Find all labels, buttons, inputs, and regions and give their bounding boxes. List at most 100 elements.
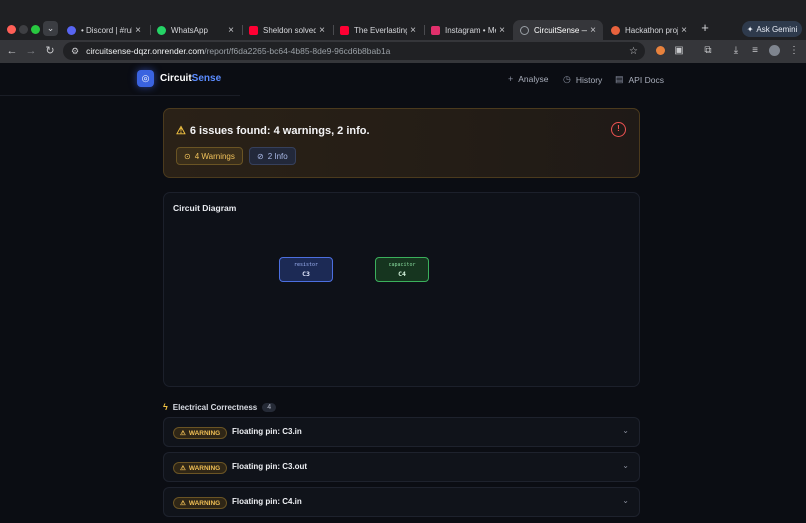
tab-title: WhatsApp [171,25,208,35]
discord-favicon-icon [67,25,76,35]
tab-close-icon[interactable]: × [316,25,328,36]
warning-triangle-icon: ⚠ [176,125,186,137]
nav-history[interactable]: ◷ History [563,74,602,85]
tab-hackathon[interactable]: Hackathon proje × [604,20,694,40]
plus-icon: + [701,20,709,35]
diagram-node-resistor[interactable]: resistor C3 [279,257,333,282]
whatsapp-favicon-icon [157,25,166,35]
url-path: /report/f6da2265-bc64-4b85-8de9-96cd6b8b… [204,46,391,56]
issues-summary-card: ⚠ 6 issues found: 4 warnings, 2 info. ! … [163,108,640,178]
section-count-badge: 4 [262,402,277,412]
globe-favicon-icon [520,25,529,35]
warning-badge: ⚠ WARNING [173,427,228,439]
tab-discord[interactable]: • Discord | #rules × [60,20,148,40]
diagram-node-capacitor[interactable]: capacitor C4 [375,257,429,282]
youtube-favicon-icon [249,25,258,35]
new-tab-button[interactable]: + [698,21,712,35]
history-icon: ◷ [563,74,571,84]
issue-row[interactable]: ⚠ WARNING Floating pin: C4.in ⌄ [163,487,640,517]
tab-close-icon[interactable]: × [678,25,690,36]
tab-instagram[interactable]: Instagram • Mess × [424,20,512,40]
chevron-down-icon[interactable]: ⌄ [622,426,629,435]
circuit-diagram-card: Circuit Diagram resistor C3 capacitor C4 [163,192,640,387]
tab-close-icon[interactable]: × [225,25,237,36]
alert-circle-icon: ! [611,122,626,137]
issue-row[interactable]: ⚠ WARNING Floating pin: C3.in ⌄ [163,417,640,447]
section-title: Electrical Correctness [172,402,258,412]
gemini-sparkle-icon: ✦ [746,24,754,34]
warning-circle-icon: ⊙ [184,151,191,161]
circuit-diagram-title: Circuit Diagram [173,203,237,213]
header-divider [0,95,240,96]
issue-row[interactable]: ⚠ WARNING Floating pin: C3.out ⌄ [163,452,640,482]
info-label: 2 Info [267,151,288,161]
issue-text: Floating pin: C4.in [232,497,302,506]
warnings-filter-pill[interactable]: ⊙ 4 Warnings [176,147,243,165]
tab-close-icon[interactable]: × [132,25,144,36]
youtube-favicon-icon [340,25,349,35]
warning-triangle-icon: ⚠ [180,465,186,472]
component-name: C4 [398,270,406,278]
tab-title: Sheldon solved [263,25,316,35]
chevron-down-icon[interactable]: ⌄ [622,496,629,505]
brand-part-sense: Sense [191,73,222,84]
download-icon[interactable]: ⤓ [730,45,742,57]
bookmark-star-icon[interactable]: ☆ [629,46,638,57]
window-maximize-button[interactable] [31,25,40,34]
tab-circuitsense[interactable]: CircuitSense — A × [513,20,603,40]
tab-close-icon[interactable]: × [587,25,599,36]
reload-button[interactable]: ↻ [43,44,57,58]
ask-gemini-button[interactable]: ✦ Ask Gemini [742,21,802,37]
site-info-icon[interactable]: ⚙ [71,46,79,57]
component-name: C3 [302,270,310,278]
info-filter-pill[interactable]: ⊘ 2 Info [249,147,296,165]
window-close-button[interactable] [7,25,16,34]
tab-whatsapp[interactable]: WhatsApp × [150,20,241,40]
app-header: ◎ CircuitSense + Analyse ◷ History ▤ API… [0,63,806,95]
badge-label: WARNING [188,429,221,437]
chevron-down-icon[interactable]: ⌄ [622,461,629,470]
address-bar[interactable]: ⚙ circuitsense-dqzr.onrender.com /report… [63,42,645,60]
arrow-right-icon: → [25,45,37,57]
tab-close-icon[interactable]: × [407,25,419,36]
brand-part-circuit: Circuit [160,73,192,84]
browser-tab-strip: ⌄ • Discord | #rules × WhatsApp × Sheldo… [0,0,806,40]
nav-analyse[interactable]: + Analyse [508,74,549,84]
warning-triangle-icon: ⚠ [180,500,186,507]
hackathon-favicon-icon [611,25,620,35]
circuitsense-logo-icon[interactable]: ◎ [137,70,154,87]
issue-text: Floating pin: C3.out [232,462,308,471]
arrow-left-icon: ← [6,45,18,57]
instagram-favicon-icon [431,25,440,35]
brand-name[interactable]: CircuitSense [160,73,221,84]
window-minimize-button[interactable] [19,25,28,34]
tab-title: CircuitSense — A [534,25,587,35]
profile-avatar[interactable] [768,45,780,57]
browser-menu-icon[interactable]: ⋮ [788,45,800,57]
extension-orange-icon[interactable] [654,45,666,57]
media-controls-icon[interactable]: ≡ [749,45,761,57]
url-host: circuitsense-dqzr.onrender.com [86,46,205,56]
plus-icon: + [508,74,514,84]
nav-label: Analyse [518,74,549,84]
component-type: resistor [293,262,319,268]
component-type: capacitor [388,262,416,268]
warnings-label: 4 Warnings [194,151,235,161]
nav-api-docs[interactable]: ▤ API Docs [615,74,664,85]
extensions-puzzle-icon[interactable]: ▣ [673,45,685,57]
tab-close-icon[interactable]: × [496,25,508,36]
tab-title: Hackathon proje [625,25,678,35]
docs-icon: ▤ [615,74,624,84]
forward-button[interactable]: → [24,44,38,58]
back-button[interactable]: ← [5,44,19,58]
badge-label: WARNING [188,499,221,507]
warning-badge: ⚠ WARNING [173,497,228,509]
screen-share-icon[interactable]: ⧉ [702,45,714,57]
chevron-down-icon: ⌄ [46,23,55,33]
tab-search-button[interactable]: ⌄ [43,21,58,36]
tab-title: Instagram • Mess [445,25,496,35]
tab-youtube-everlasting[interactable]: The Everlasting × [333,20,423,40]
page-viewport: ◎ CircuitSense + Analyse ◷ History ▤ API… [0,63,806,523]
tab-youtube-sheldon[interactable]: Sheldon solved × [242,20,332,40]
reload-icon: ↻ [45,45,55,57]
